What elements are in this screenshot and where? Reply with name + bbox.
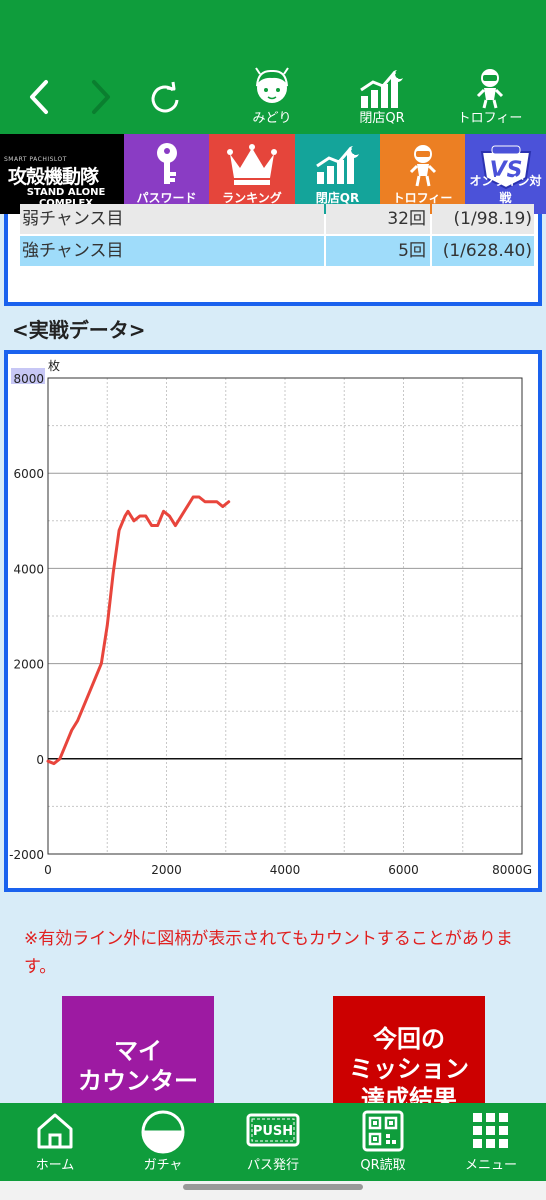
y-axis-label: 枚	[48, 358, 60, 373]
x-tick-label: 4000	[270, 863, 301, 877]
category-password[interactable]: パスワード	[124, 134, 209, 214]
trophy-figure-icon	[476, 69, 504, 109]
gacha-ball-icon	[141, 1110, 185, 1154]
bottom-nav-label: ガチャ	[143, 1158, 183, 1173]
play-data-chart: 80006000400020000-2000枚0 2000 4000 6000 8000…	[9, 358, 532, 877]
category-online-battle[interactable]: VS オンライン対戦	[465, 134, 546, 214]
bottom-nav-pass-issue[interactable]: PUSH パス発行	[228, 1103, 318, 1181]
y-tick-label: -2000	[9, 848, 44, 862]
top-item-closing-qr[interactable]: 閉店QR	[332, 62, 432, 132]
home-icon	[37, 1113, 73, 1149]
key-icon	[156, 143, 177, 184]
table-row: 弱チャンス目 32回 (1/98.19)	[20, 204, 534, 234]
category-label: オンライン対戦	[469, 174, 542, 205]
series-line	[46, 495, 231, 766]
x-tick-label: 8000G	[492, 863, 532, 877]
x-tick-label: 0	[44, 863, 52, 877]
bottom-nav-home[interactable]: ホーム	[10, 1103, 100, 1181]
bottom-navigation: ホーム ガチャ PUSH パス発行 QR読取 メニュー	[0, 1103, 546, 1181]
my-counter-label: マイ カウンター	[78, 1037, 198, 1095]
mission-result-button[interactable]: 今回の ミッション 達成結果	[333, 996, 485, 1113]
y-tick-label: 6000	[13, 467, 44, 481]
stats-table: 弱チャンス目 32回 (1/98.19) 強チャンス目 5回 (1/628.40…	[4, 204, 542, 306]
stat-name: 弱チャンス目	[20, 204, 324, 234]
top-item-label: 閉店QR	[359, 111, 405, 126]
bottom-nav-label: ホーム	[35, 1158, 75, 1173]
y-tick-label: 0	[36, 753, 44, 767]
top-item-label: トロフィー	[457, 111, 523, 126]
top-navigation-bar: みどり 閉店QR トロフィー	[0, 0, 546, 134]
push-pass-icon: PUSH	[246, 1113, 300, 1147]
stat-count: 5回	[326, 236, 430, 266]
reload-button[interactable]	[145, 78, 185, 118]
game-logo[interactable]: SMART PACHISLOT 攻殻機動隊 STAND ALONE COMPLE…	[0, 134, 124, 214]
stat-count: 32回	[326, 204, 430, 234]
top-item-label: みどり	[252, 111, 292, 126]
chart-panel: 8000 6000 4000 2000 0 -2000 枚 0 2000 4000 6000 8000…	[4, 350, 542, 892]
category-trophy[interactable]: トロフィー	[380, 134, 465, 214]
back-button[interactable]	[22, 72, 58, 122]
bottom-nav-label: QR読取	[360, 1158, 406, 1173]
mission-result-label: 今回の ミッション 達成結果	[349, 1025, 469, 1113]
crown-icon	[227, 144, 277, 185]
y-tick-label: 2000	[13, 658, 44, 672]
qr-code-icon	[362, 1110, 404, 1152]
section-title: <実戦データ>	[12, 318, 146, 342]
top-item-trophy[interactable]: トロフィー	[440, 62, 540, 132]
gesture-handle[interactable]	[183, 1184, 363, 1190]
bottom-nav-menu[interactable]: メニュー	[446, 1103, 536, 1181]
category-bar: SMART PACHISLOT 攻殻機動隊 STAND ALONE COMPLE…	[0, 134, 546, 214]
svg-text:PUSH: PUSH	[253, 1124, 293, 1139]
character-avatar-icon	[255, 67, 289, 103]
top-item-midori[interactable]: みどり	[222, 62, 322, 132]
x-tick-label: 6000	[388, 863, 419, 877]
stat-rate: (1/98.19)	[432, 204, 534, 234]
bottom-nav-label: パス発行	[246, 1158, 299, 1173]
my-counter-button[interactable]: マイ カウンター	[62, 996, 214, 1106]
rising-chart-icon	[315, 146, 359, 184]
stat-rate: (1/628.40)	[432, 236, 534, 266]
x-tick-label: 2000	[151, 863, 182, 877]
forward-button[interactable]	[82, 72, 118, 122]
trophy-figure-icon	[409, 145, 436, 187]
category-ranking[interactable]: ランキング	[209, 134, 295, 214]
logo-title: 攻殻機動隊	[8, 166, 99, 188]
rising-chart-icon	[360, 70, 403, 108]
bottom-nav-gacha[interactable]: ガチャ	[118, 1103, 208, 1181]
stat-name: 強チャンス目	[20, 236, 324, 266]
reload-icon	[151, 81, 179, 113]
y-tick-label: 8000	[13, 372, 44, 386]
y-tick-label: 4000	[13, 562, 44, 576]
app-screen: みどり 閉店QR トロフィー SMART PACHISLOT 攻殻機動隊 STA…	[0, 0, 546, 1200]
note-text: ※有効ライン外に図柄が表示されてもカウントすることがあります。	[24, 929, 513, 977]
menu-grid-icon	[473, 1113, 508, 1148]
bottom-nav-label: メニュー	[464, 1158, 517, 1173]
chevron-right-icon	[92, 80, 110, 114]
category-closing-qr[interactable]: 閉店QR	[295, 134, 380, 214]
chevron-left-icon	[30, 80, 48, 114]
table-row: 強チャンス目 5回 (1/628.40)	[20, 236, 534, 266]
bottom-nav-qr-read[interactable]: QR読取	[338, 1103, 428, 1181]
